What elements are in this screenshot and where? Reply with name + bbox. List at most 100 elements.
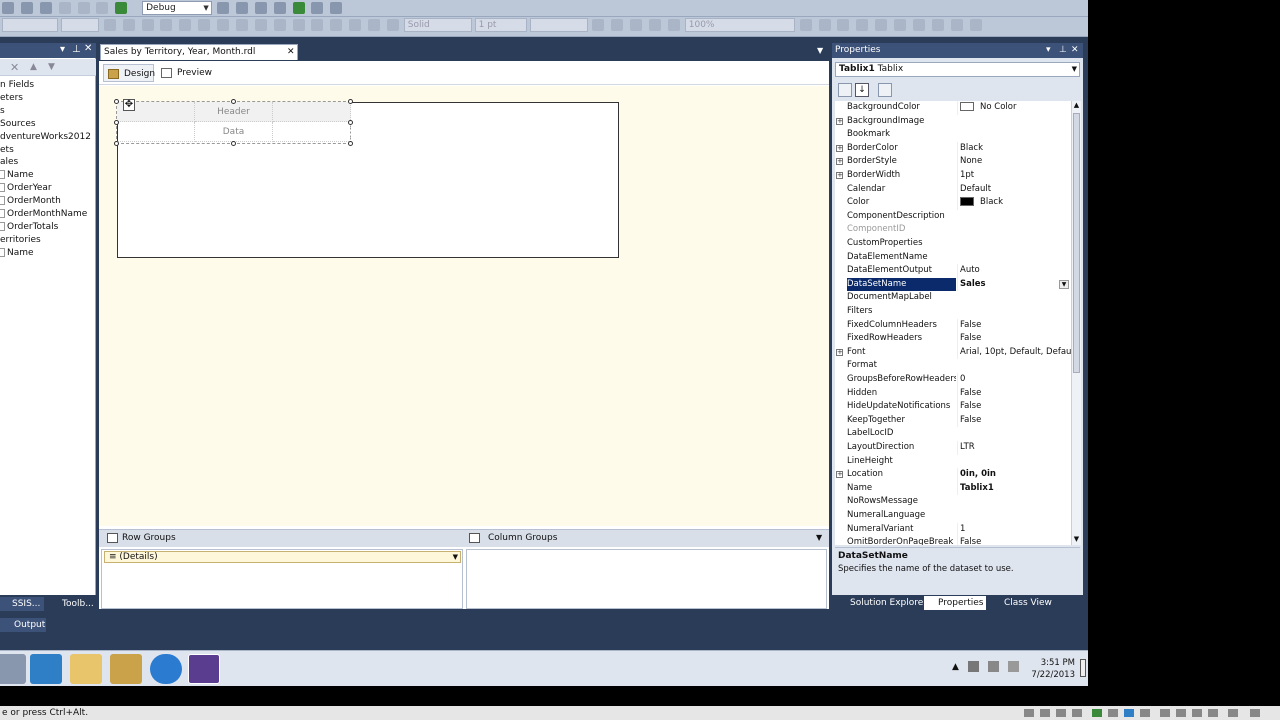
property-value[interactable]: False <box>957 332 1071 346</box>
property-row[interactable]: NumeralLanguage <box>835 509 1071 523</box>
property-value[interactable]: Default <box>957 182 1071 197</box>
property-value[interactable]: Auto <box>957 264 1071 278</box>
align-middles-icon[interactable] <box>799 19 812 31</box>
font-size-dropdown[interactable] <box>60 18 99 32</box>
property-value[interactable]: 1pt <box>957 169 1071 183</box>
property-row[interactable]: + BackgroundImage <box>835 115 1071 129</box>
font-color-icon[interactable] <box>160 19 173 31</box>
vertical-spacing-icon[interactable] <box>931 19 944 31</box>
status-tray-icon[interactable] <box>1250 709 1260 717</box>
tablix-cell[interactable] <box>273 102 351 122</box>
scroll-up-icon[interactable]: ▲ <box>1072 101 1081 111</box>
horizontal-spacing-icon[interactable] <box>912 19 925 31</box>
italic-icon[interactable] <box>122 19 135 31</box>
property-row[interactable]: ComponentDescription <box>835 210 1071 224</box>
numbering-icon[interactable] <box>292 19 305 31</box>
resize-handle[interactable] <box>348 99 353 104</box>
undo-icon[interactable] <box>77 2 90 14</box>
property-row[interactable]: NumeralVariant 1 <box>835 522 1071 537</box>
property-row[interactable]: Hidden False <box>835 386 1071 401</box>
scrollbar-thumb[interactable] <box>1073 113 1080 373</box>
property-row[interactable]: FixedRowHeaders False <box>835 332 1071 346</box>
align-lefts-icon[interactable] <box>611 19 624 31</box>
property-value[interactable]: 1 <box>957 522 1071 537</box>
property-row[interactable]: DataSetName Sales ▼ <box>835 277 1071 292</box>
toolbox-icon[interactable] <box>273 2 286 14</box>
tablix-cell[interactable] <box>273 122 351 142</box>
status-tray-icon[interactable] <box>1092 709 1102 717</box>
show-desktop-button[interactable] <box>1080 659 1086 677</box>
valign-bottom-icon[interactable] <box>386 19 399 31</box>
tree-item[interactable]: OrderTotals <box>0 221 58 232</box>
property-row[interactable]: FixedColumnHeaders False <box>835 318 1071 333</box>
property-row[interactable]: KeepTogether False <box>835 413 1071 428</box>
tree-item[interactable]: OrderYear <box>0 183 52 193</box>
expand-icon[interactable]: + <box>836 348 843 356</box>
align-right-icon[interactable] <box>235 19 248 31</box>
redo-icon[interactable] <box>96 2 109 14</box>
background-color-icon[interactable] <box>179 19 192 31</box>
zoom-dropdown[interactable]: 100% <box>684 18 795 32</box>
object-selector[interactable]: Tablix1 Tablix ▼ <box>835 62 1080 77</box>
toolbox-tab[interactable]: Toolb... <box>48 597 96 611</box>
size-to-grid-icon[interactable] <box>894 19 906 31</box>
expand-icon[interactable]: + <box>836 172 843 179</box>
window-position-icon[interactable]: ▾ <box>60 44 65 55</box>
property-value[interactable]: Sales ▼ <box>957 277 1071 292</box>
tab-solution-explorer[interactable]: Solution Explorer <box>836 596 927 610</box>
tree-item[interactable]: OrderMonthName <box>0 209 87 219</box>
pin-icon[interactable]: ⊥ <box>1059 43 1067 58</box>
property-value[interactable]: False <box>957 386 1071 401</box>
expand-icon[interactable]: + <box>836 158 843 166</box>
property-row[interactable]: ComponentID <box>835 223 1071 237</box>
tree-item[interactable]: ets <box>0 145 14 155</box>
align-centers-icon[interactable] <box>630 19 643 31</box>
make-same-height-icon[interactable] <box>856 19 869 31</box>
border-style-dropdown[interactable]: Solid <box>403 18 472 32</box>
close-icon[interactable]: ✕ <box>287 45 295 60</box>
cut-icon[interactable] <box>2 2 14 14</box>
chevron-down-icon[interactable]: ▼ <box>1072 63 1077 76</box>
tree-item[interactable]: dventureWorks2012 <box>0 132 91 142</box>
powershell-icon[interactable] <box>30 654 62 684</box>
tree-item[interactable]: Name <box>0 170 34 180</box>
move-handle-icon[interactable]: ✥ <box>123 99 135 111</box>
property-value[interactable]: None <box>957 155 1071 169</box>
property-value[interactable]: False <box>957 318 1071 333</box>
underline-icon[interactable] <box>141 19 154 31</box>
scroll-down-icon[interactable]: ▼ <box>1072 535 1081 545</box>
borders-icon[interactable] <box>592 19 605 31</box>
status-tray-icon[interactable] <box>1192 709 1202 717</box>
valign-middle-icon[interactable] <box>368 19 380 31</box>
make-same-size-icon[interactable] <box>875 19 888 31</box>
server-manager-icon[interactable] <box>0 654 26 684</box>
property-row[interactable]: + BorderWidth 1pt <box>835 169 1071 183</box>
volume-icon[interactable] <box>1008 661 1019 672</box>
property-row[interactable]: + BorderStyle None <box>835 155 1071 169</box>
sql-management-studio-icon[interactable] <box>110 654 142 684</box>
property-value[interactable]: Tablix1 <box>957 481 1071 496</box>
property-row[interactable]: OmitBorderOnPageBreak False <box>835 536 1071 545</box>
status-tray-icon[interactable] <box>1040 709 1050 717</box>
resize-handle[interactable] <box>231 99 236 104</box>
valign-top-icon[interactable] <box>349 19 362 31</box>
solution-configuration-dropdown[interactable]: Debug ▼ <box>142 1 213 15</box>
align-bottoms-icon[interactable] <box>818 19 831 31</box>
tab-design[interactable]: Design <box>103 64 155 82</box>
expand-icon[interactable]: + <box>836 117 843 125</box>
details-group[interactable]: ≡ (Details) ▼ <box>104 551 461 563</box>
property-value[interactable]: False <box>957 536 1071 545</box>
make-same-width-icon[interactable] <box>837 19 850 31</box>
chevron-down-icon[interactable]: ▼ <box>453 552 458 562</box>
alphabetical-icon[interactable]: ↓ <box>855 83 869 97</box>
property-row[interactable]: NoRowsMessage <box>835 495 1071 509</box>
start-page-icon[interactable] <box>311 2 324 14</box>
tree-item[interactable]: ales <box>0 157 18 167</box>
close-icon[interactable]: ✕ <box>1071 43 1079 58</box>
property-pages-icon[interactable] <box>878 83 892 97</box>
resize-handle[interactable] <box>348 141 353 146</box>
tree-item[interactable]: Name <box>0 247 34 258</box>
tab-class-view[interactable]: Class View <box>990 596 1052 610</box>
font-name-dropdown[interactable] <box>2 18 58 32</box>
delete-icon[interactable]: ✕ <box>10 61 19 74</box>
